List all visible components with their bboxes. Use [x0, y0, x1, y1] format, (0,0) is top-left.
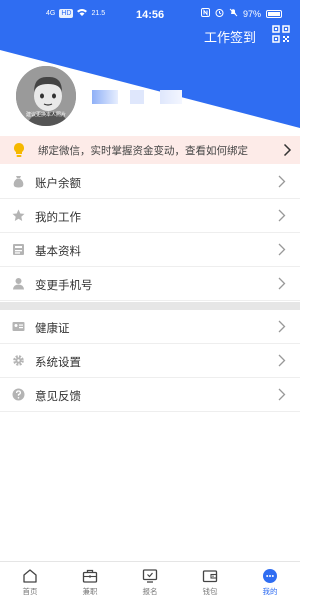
network-indicator: 4G — [46, 9, 56, 17]
menu-item-change-phone[interactable]: 变更手机号 — [0, 267, 300, 301]
avatar-caption: 建议更换本人照片 — [25, 112, 66, 118]
wallet-icon — [202, 570, 218, 583]
tab-signup[interactable]: 报名 — [120, 562, 180, 600]
battery-percent: 97% — [242, 8, 261, 19]
status-time: 14:56 — [136, 9, 165, 21]
question-icon — [12, 388, 25, 401]
gear-icon — [13, 355, 24, 366]
qr-code-icon[interactable] — [272, 25, 290, 43]
profile-card-icon — [13, 244, 24, 255]
tab-wallet[interactable]: 钱包 — [180, 562, 240, 600]
menu-item-basic-info[interactable]: 基本资料 — [0, 233, 300, 267]
home-icon — [23, 569, 37, 583]
chevron-right-icon — [278, 277, 286, 290]
wifi-icon — [77, 8, 88, 18]
avatar[interactable]: 建议更换本人照片 — [14, 64, 78, 128]
monitor-icon — [142, 569, 158, 583]
profile-header: 4G HD 21.5 14:56 97% 工作签到 建议更换本人照片 — [0, 0, 300, 130]
menu-label: 我的工作 — [35, 212, 81, 224]
user-name-blurred — [130, 90, 144, 104]
briefcase-icon — [82, 569, 98, 583]
menu-item-account-balance[interactable]: 账户余额 — [0, 165, 300, 199]
menu-label: 意见反馈 — [35, 391, 81, 403]
nfc-icon — [200, 8, 210, 19]
chevron-right-icon — [278, 388, 286, 401]
alarm-icon — [215, 8, 224, 19]
bottom-nav: 首页 兼职 报名 钱包 我的 — [0, 561, 300, 600]
mute-icon — [229, 8, 238, 19]
status-bar: 4G HD 21.5 14:56 97% — [0, 0, 300, 28]
chevron-right-icon — [278, 175, 286, 188]
tab-mine[interactable]: 我的 — [240, 562, 300, 600]
user-name-blurred — [92, 90, 118, 104]
tab-label: 我的 — [262, 587, 278, 596]
menu-label: 变更手机号 — [35, 280, 93, 292]
menu-label: 基本资料 — [35, 246, 81, 258]
menu-item-health-certificate[interactable]: 健康证 — [0, 310, 300, 344]
chevron-right-icon — [283, 143, 292, 157]
tab-home[interactable]: 首页 — [0, 562, 60, 600]
user-icon — [13, 278, 24, 290]
chat-bubble-icon — [263, 569, 277, 583]
chevron-right-icon — [278, 209, 286, 222]
chevron-right-icon — [278, 320, 286, 333]
tab-label: 钱包 — [202, 587, 218, 596]
battery-icon — [266, 9, 282, 18]
lightbulb-icon — [14, 143, 24, 157]
chevron-right-icon — [278, 354, 286, 367]
user-name-blurred — [160, 90, 182, 104]
section-divider — [0, 302, 300, 310]
tab-label: 报名 — [142, 587, 158, 596]
menu-label: 系统设置 — [35, 357, 81, 369]
menu-label: 账户余额 — [35, 178, 81, 190]
menu-label: 健康证 — [35, 323, 70, 335]
money-bag-icon — [13, 176, 24, 188]
star-icon — [12, 209, 25, 221]
hd-badge: HD — [59, 8, 74, 18]
tab-part-time[interactable]: 兼职 — [60, 562, 120, 600]
wechat-bind-notice[interactable]: 绑定微信，实时掌握资金变动，查看如何绑定 — [0, 136, 300, 164]
sign-in-button[interactable]: 工作签到 — [204, 27, 256, 46]
menu-item-my-work[interactable]: 我的工作 — [0, 199, 300, 233]
menu-item-system-settings[interactable]: 系统设置 — [0, 344, 300, 378]
tab-label: 兼职 — [82, 587, 98, 596]
chevron-right-icon — [278, 243, 286, 256]
tab-label: 首页 — [22, 587, 38, 596]
id-card-icon — [12, 322, 25, 331]
notice-text: 绑定微信，实时掌握资金变动，查看如何绑定 — [38, 145, 248, 157]
network-speed: 21.5 — [91, 9, 106, 17]
menu-item-feedback[interactable]: 意见反馈 — [0, 378, 300, 412]
